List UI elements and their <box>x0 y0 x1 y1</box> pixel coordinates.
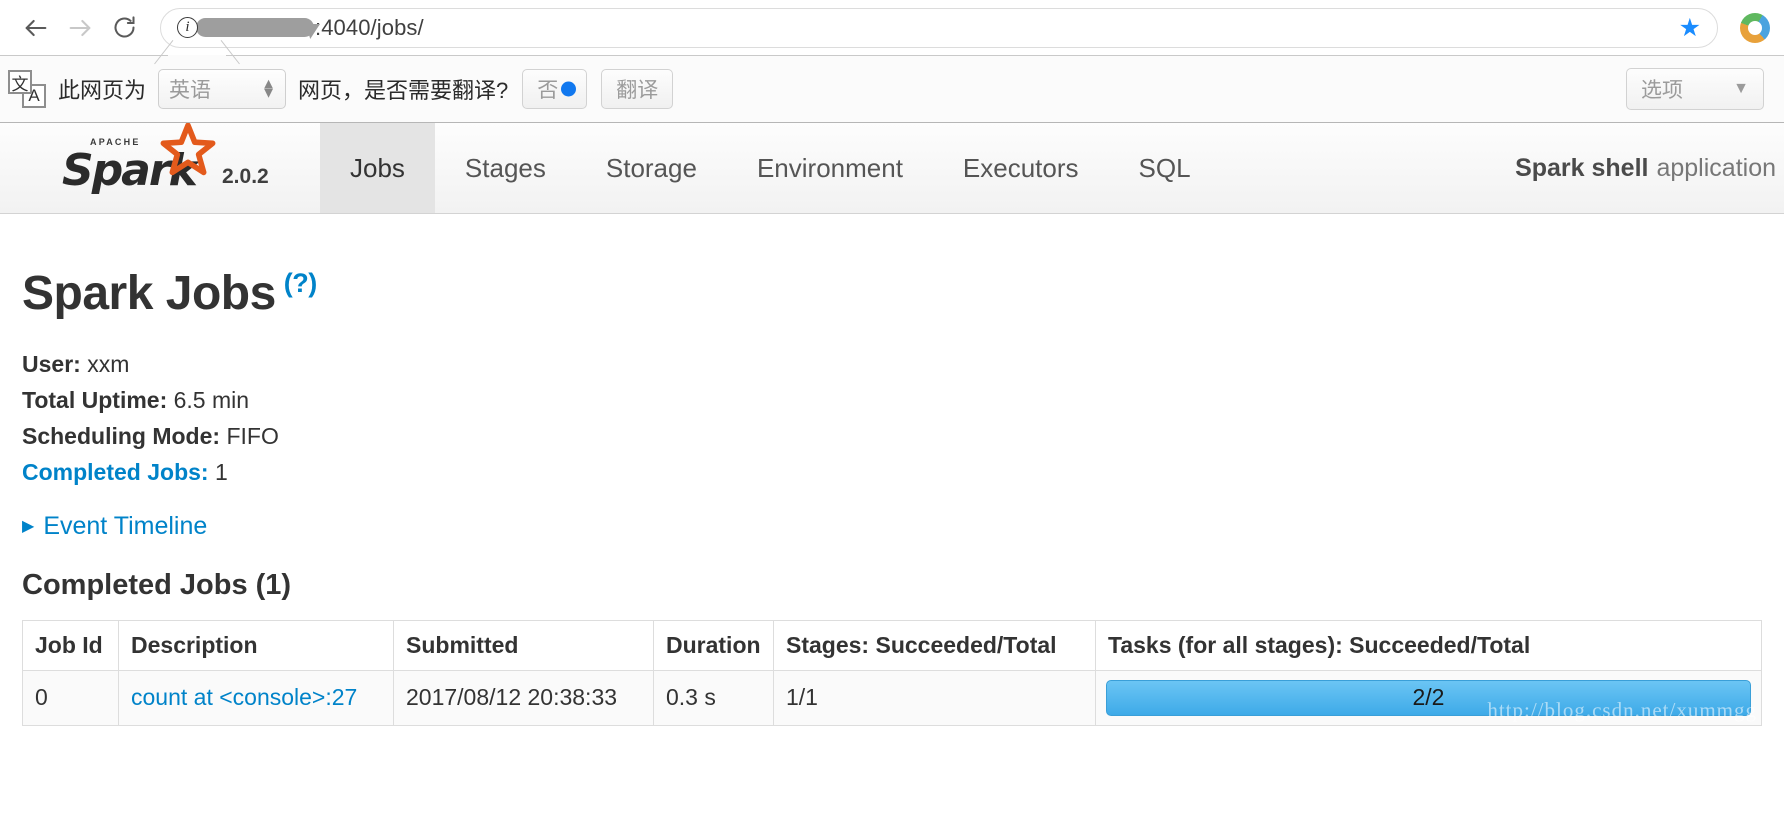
cell-tasks-progress: 2/2 http://blog.csdn.net/xummgg <box>1095 669 1762 726</box>
column-header-submitted[interactable]: Submitted <box>393 619 654 671</box>
forward-button[interactable] <box>58 6 102 50</box>
extension-icon[interactable] <box>1740 12 1770 43</box>
job-description-link[interactable]: count at <console>:27 <box>131 684 357 710</box>
help-link[interactable]: (?) <box>284 268 317 298</box>
tab-sql[interactable]: SQL <box>1109 123 1221 213</box>
summary-uptime-label: Total Uptime: <box>22 386 168 413</box>
column-header-job-id[interactable]: Job Id <box>22 619 119 671</box>
table-header-row: Job Id Description Submitted Duration St… <box>22 619 1762 671</box>
translate-suffix-text: 网页，是否需要翻译? <box>298 78 509 103</box>
tab-jobs-label: Jobs <box>350 152 405 183</box>
completed-jobs-heading: Completed Jobs (1) <box>22 568 292 601</box>
spark-nav-tabs: Jobs Stages Storage Environment Executor… <box>320 123 1221 213</box>
summary-scheduling-value: FIFO <box>226 422 279 449</box>
cell-job-id: 0 <box>22 669 119 726</box>
tab-environment[interactable]: Environment <box>727 123 933 213</box>
event-timeline-label: Event Timeline <box>43 511 208 540</box>
tab-environment-label: Environment <box>756 152 903 183</box>
translate-options-dropdown[interactable]: 选项 ▼ <box>1626 68 1764 110</box>
cell-stages: 1/1 <box>773 669 1096 726</box>
summary-completed-row: Completed Jobs: 1 <box>22 455 1762 490</box>
summary-scheduling-label: Scheduling Mode: <box>22 422 221 449</box>
summary-scheduling-row: Scheduling Mode: FIFO <box>22 419 1762 454</box>
translate-options-label: 选项 <box>1641 79 1683 102</box>
spark-version: 2.0.2 <box>222 165 269 188</box>
translate-icon: A 文 <box>8 69 48 109</box>
translate-button[interactable]: 翻译 <box>601 69 674 109</box>
stepper-arrows-icon: ▲ ▼ <box>261 75 277 102</box>
tab-stages[interactable]: Stages <box>435 123 576 213</box>
reload-button[interactable] <box>102 6 146 50</box>
tab-jobs[interactable]: Jobs <box>320 123 435 213</box>
tab-storage-label: Storage <box>605 152 697 183</box>
translate-infobar: A 文 此网页为 英语 ▲ ▼ 网页，是否需要翻译? 否 翻译 选项 ▼ <box>0 55 1784 123</box>
table-body: 0 count at <console>:27 2017/08/12 20:38… <box>22 669 1762 726</box>
application-name: Spark shell application <box>1515 123 1784 213</box>
spark-navbar: APACHE Spark 2.0.2 Jobs Stages Storage E… <box>0 123 1784 214</box>
summary-user-value: xxm <box>87 351 130 377</box>
main-content: Spark Jobs (?) User: xxm Total Uptime: 6.… <box>0 214 1784 726</box>
spark-logo: APACHE Spark <box>62 123 216 193</box>
tasks-progress-label: 2/2 <box>1412 684 1445 711</box>
completed-jobs-table: Job Id Description Submitted Duration St… <box>22 619 1762 726</box>
summary-user-row: User: xxm <box>22 347 1762 382</box>
arrow-left-icon <box>25 19 47 36</box>
cell-submitted: 2017/08/12 20:38:33 <box>393 669 654 726</box>
back-button[interactable] <box>14 6 58 50</box>
source-language-select[interactable]: 英语 ▲ ▼ <box>158 69 287 109</box>
tab-stages-label: Stages <box>464 152 546 183</box>
job-summary: User: xxm Total Uptime: 6.5 min Scheduli… <box>22 347 1762 490</box>
site-info-icon[interactable]: i <box>177 17 198 38</box>
browser-toolbar: i :4040/jobs/ ★ <box>0 0 1784 55</box>
bookmark-star-icon[interactable]: ★ <box>1669 13 1701 43</box>
table-head: Job Id Description Submitted Duration St… <box>22 619 1762 671</box>
url-text: :4040/jobs/ <box>315 14 424 40</box>
focus-dot-icon <box>561 81 577 97</box>
reload-icon <box>114 16 135 38</box>
triangle-right-icon: ▶ <box>22 518 35 536</box>
completed-jobs-link[interactable]: Completed Jobs: <box>22 459 209 485</box>
tab-storage[interactable]: Storage <box>576 123 727 213</box>
arrow-right-icon <box>69 19 91 36</box>
spark-star-icon <box>160 123 216 176</box>
translate-prefix-text: 此网页为 <box>58 78 147 103</box>
infobar-notch <box>168 55 226 56</box>
column-header-duration[interactable]: Duration <box>653 619 774 671</box>
summary-uptime-value: 6.5 min <box>173 386 250 413</box>
tasks-progress-bar: 2/2 <box>1106 679 1751 716</box>
translate-icon-cjk: 文 <box>8 70 32 94</box>
cell-duration: 0.3 s <box>653 669 774 726</box>
decline-translate-label: 否 <box>537 79 559 102</box>
column-header-stages[interactable]: Stages: Succeeded/Total <box>773 619 1096 671</box>
summary-completed-value: 1 <box>214 458 228 485</box>
page-title: Spark Jobs (?) <box>22 266 1762 321</box>
application-name-bold: Spark shell <box>1515 153 1649 182</box>
tab-executors-label: Executors <box>962 152 1079 183</box>
spark-brand[interactable]: APACHE Spark 2.0.2 <box>0 123 320 213</box>
redacted-hostname <box>196 18 314 37</box>
table-row: 0 count at <console>:27 2017/08/12 20:38… <box>22 669 1762 726</box>
tab-executors[interactable]: Executors <box>933 123 1109 213</box>
translate-button-label: 翻译 <box>616 79 659 102</box>
column-header-tasks[interactable]: Tasks (for all stages): Succeeded/Total <box>1095 619 1762 671</box>
page-title-text: Spark Jobs <box>22 267 276 320</box>
summary-uptime-row: Total Uptime: 6.5 min <box>22 383 1762 418</box>
application-name-rest: application <box>1656 153 1776 182</box>
decline-translate-button[interactable]: 否 <box>522 69 588 109</box>
address-bar[interactable]: i :4040/jobs/ ★ <box>160 7 1718 48</box>
chevron-down-icon: ▼ <box>1733 80 1749 97</box>
summary-user-label: User: <box>22 351 81 377</box>
tab-sql-label: SQL <box>1138 152 1191 183</box>
cell-description: count at <console>:27 <box>118 669 394 726</box>
event-timeline-toggle[interactable]: ▶ Event Timeline <box>22 512 1762 541</box>
column-header-description[interactable]: Description <box>118 619 394 671</box>
source-language-value: 英语 <box>169 79 212 102</box>
